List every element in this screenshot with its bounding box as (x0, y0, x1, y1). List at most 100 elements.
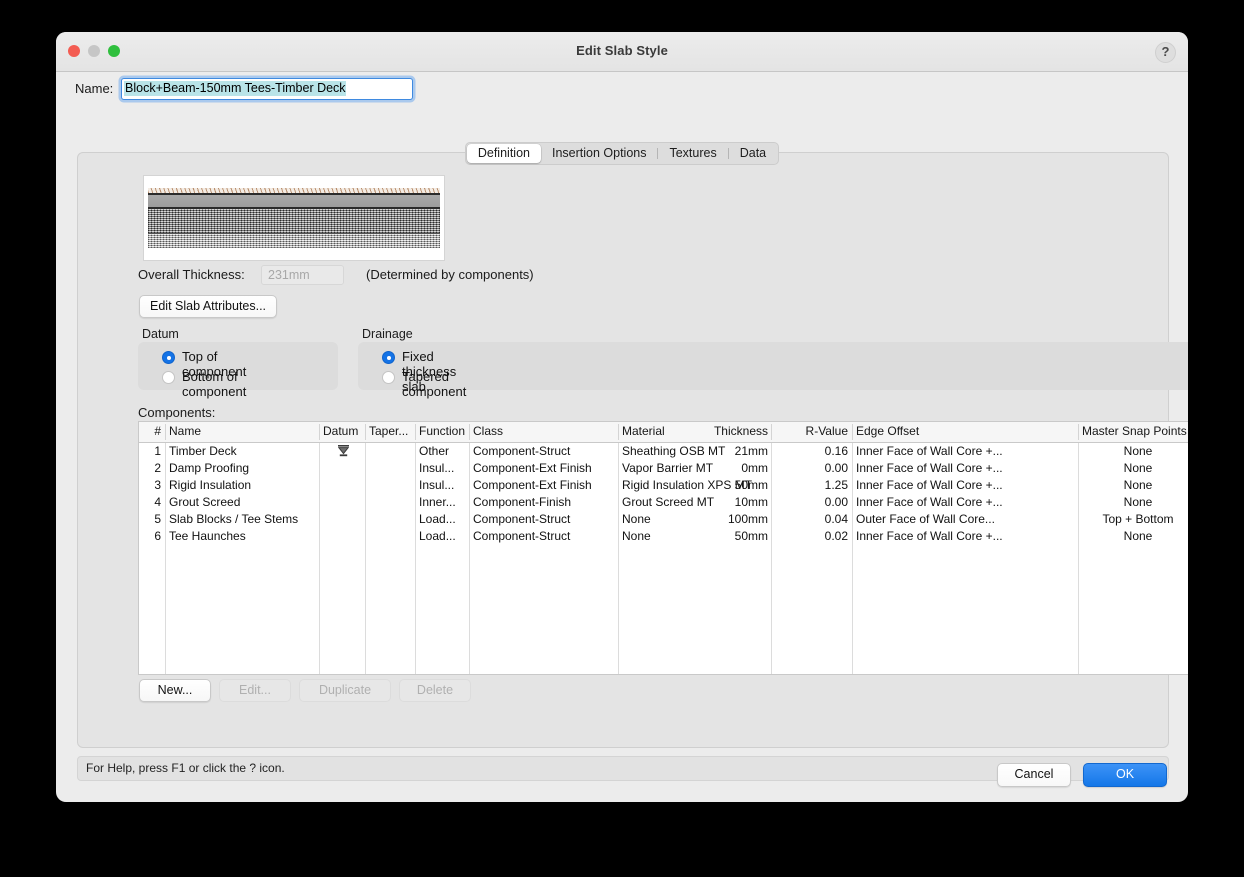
cell-num: 1 (154, 444, 161, 458)
cell-function: Other (419, 444, 450, 458)
cell-rvalue: 0.00 (824, 461, 848, 475)
cell-name: Rigid Insulation (169, 478, 252, 492)
cancel-button[interactable]: Cancel (997, 763, 1071, 787)
cell-edge-offset: Inner Face of Wall Core +... (856, 478, 1003, 492)
cell-snap-points: Top + Bottom (1102, 512, 1174, 526)
overall-thickness-value: 231mm (268, 268, 310, 282)
cell-rvalue: 1.25 (824, 478, 848, 492)
cell-rvalue: 0.02 (824, 529, 848, 543)
col-header-name[interactable]: Name (169, 424, 317, 438)
table-row[interactable]: 3 Rigid Insulation Insul... Component-Ext F… (139, 477, 1188, 494)
preview-layer-slab-blocks (148, 209, 440, 233)
col-header-taper[interactable]: Taper... (369, 424, 413, 438)
components-table-header: # Name Datum Taper... Function Class Mat… (139, 422, 1188, 443)
cell-snap-points: None (1123, 495, 1153, 509)
col-header-num[interactable]: # (141, 424, 161, 438)
components-table-body: 1 Timber Deck Other Component-Struct Sheathi… (139, 443, 1188, 674)
slab-preview (143, 175, 445, 261)
header-divider (852, 424, 853, 440)
cell-thickness: 10mm (734, 495, 768, 509)
preview-layer-insulation (148, 195, 440, 207)
col-header-class[interactable]: Class (473, 424, 613, 438)
header-divider (415, 424, 416, 440)
tab-data[interactable]: Data (729, 144, 777, 163)
title-bar: Edit Slab Style ? (56, 32, 1188, 72)
col-header-datum[interactable]: Datum (323, 424, 363, 438)
table-row[interactable]: 5 Slab Blocks / Tee Stems Load... Component… (139, 511, 1188, 528)
table-row[interactable]: 4 Grout Screed Inner... Component-Finish Gro… (139, 494, 1188, 511)
cell-edge-offset: Inner Face of Wall Core +... (856, 444, 1003, 458)
tab-definition[interactable]: Definition (466, 144, 541, 163)
cell-class: Component-Struct (473, 444, 571, 458)
header-divider (319, 424, 320, 440)
header-divider (1078, 424, 1079, 440)
datum-option-bottom-label: Bottom of component (182, 369, 247, 399)
radio-icon[interactable] (382, 371, 395, 384)
edit-component-button: Edit... (219, 679, 291, 702)
datum-group-title: Datum (142, 327, 179, 341)
cell-function: Insul... (419, 478, 455, 492)
name-input[interactable]: Block+Beam-150mm Tees-Timber Deck (121, 78, 413, 100)
help-icon[interactable]: ? (1155, 42, 1176, 63)
cell-name: Grout Screed (169, 495, 241, 509)
ok-button[interactable]: OK (1083, 763, 1167, 787)
cell-snap-points: None (1123, 529, 1153, 543)
components-label: Components: (138, 405, 216, 420)
tab-insertion-options[interactable]: Insertion Options (541, 144, 658, 163)
header-divider (771, 424, 772, 440)
cell-edge-offset: Inner Face of Wall Core +... (856, 495, 1003, 509)
radio-icon[interactable] (162, 371, 175, 384)
new-component-button[interactable]: New... (139, 679, 211, 702)
edit-slab-attributes-button[interactable]: Edit Slab Attributes... (139, 295, 278, 318)
cell-function: Insul... (419, 461, 455, 475)
cell-rvalue: 0.00 (824, 495, 848, 509)
datum-marker-icon (323, 444, 363, 458)
col-header-function[interactable]: Function (419, 424, 471, 438)
col-header-thickness[interactable]: Thickness (679, 424, 768, 438)
radio-icon[interactable] (162, 351, 175, 364)
cell-name: Slab Blocks / Tee Stems (169, 512, 299, 526)
cell-function: Inner... (419, 495, 456, 509)
header-divider (469, 424, 470, 440)
table-row[interactable]: 1 Timber Deck Other Component-Struct Sheathi… (139, 443, 1188, 460)
name-label: Name: (75, 81, 114, 96)
cell-num: 2 (154, 461, 161, 475)
duplicate-component-button: Duplicate (299, 679, 391, 702)
slab-preview-layers (148, 188, 440, 248)
overall-thickness-label: Overall Thickness: (138, 267, 245, 282)
col-header-edge-offset[interactable]: Edge Offset (856, 424, 1016, 438)
definition-panel: Overall Thickness: 231mm (Determined by … (77, 152, 1188, 748)
cell-snap-points: None (1123, 444, 1153, 458)
edit-slab-style-dialog: Edit Slab Style ? Name: Block+Beam-150mm… (56, 32, 1188, 802)
cell-name: Timber Deck (169, 444, 237, 458)
cell-name: Damp Proofing (169, 461, 250, 475)
datum-group: Top of component Bottom of component (138, 342, 338, 399)
header-divider (618, 424, 619, 440)
cell-thickness: 100mm (727, 512, 768, 526)
col-header-snap-points[interactable]: Master Snap Points (1082, 424, 1188, 438)
col-header-rvalue[interactable]: R-Value (775, 424, 848, 438)
drainage-group-title: Drainage (362, 327, 413, 341)
cell-class: Component-Ext Finish (473, 461, 592, 475)
cell-rvalue: 0.04 (824, 512, 848, 526)
tab-textures[interactable]: Textures (658, 144, 727, 163)
overall-thickness-row: Overall Thickness: 231mm (Determined by … (138, 265, 1108, 285)
cell-num: 5 (154, 512, 161, 526)
cell-class: Component-Ext Finish (473, 478, 592, 492)
cell-edge-offset: Inner Face of Wall Core +... (856, 461, 1003, 475)
table-row[interactable]: 6 Tee Haunches Load... Component-Struct None… (139, 528, 1188, 545)
delete-component-button: Delete (399, 679, 471, 702)
header-divider (365, 424, 366, 440)
cell-thickness: 50mm (734, 478, 768, 492)
name-row: Name: Block+Beam-150mm Tees-Timber Deck (56, 78, 1188, 102)
cell-snap-points: None (1123, 478, 1153, 492)
cell-thickness: 21mm (734, 444, 768, 458)
components-table[interactable]: # Name Datum Taper... Function Class Mat… (138, 421, 1188, 675)
cell-snap-points: None (1123, 461, 1153, 475)
overall-thickness-note: (Determined by components) (366, 267, 534, 282)
table-row[interactable]: 2 Damp Proofing Insul... Component-Ext Fini… (139, 460, 1188, 477)
drainage-option-tapered-label: Tapered component (402, 369, 467, 399)
overall-thickness-field: 231mm (261, 265, 344, 285)
radio-icon[interactable] (382, 351, 395, 364)
header-divider (165, 424, 166, 440)
